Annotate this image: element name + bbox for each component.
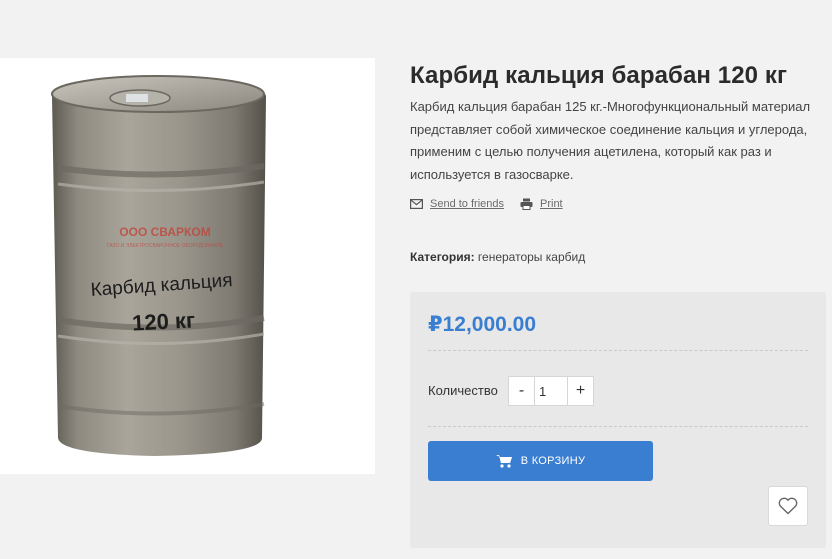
print-label: Print bbox=[540, 198, 563, 210]
heart-icon bbox=[778, 497, 798, 515]
cart-icon bbox=[495, 455, 512, 468]
buy-box: ₽12,000.00 Количество - + В КОРЗИНУ bbox=[410, 292, 826, 548]
quantity-input[interactable] bbox=[535, 377, 567, 405]
category-label: Категория: bbox=[410, 250, 475, 264]
wishlist-button[interactable] bbox=[768, 486, 808, 526]
add-to-cart-label: В КОРЗИНУ bbox=[520, 455, 586, 467]
envelope-icon bbox=[410, 199, 423, 209]
product-image[interactable]: ООО СВАРКОМ ГАЗО И ЭЛЕКТРОСВАРОЧНОЕ ОБОР… bbox=[0, 58, 375, 474]
drum-illustration: ООО СВАРКОМ ГАЗО И ЭЛЕКТРОСВАРОЧНОЕ ОБОР… bbox=[51, 75, 266, 456]
drum-label-line2: 120 кг bbox=[131, 307, 195, 335]
quantity-label: Количество bbox=[428, 383, 498, 398]
divider bbox=[428, 426, 808, 427]
divider bbox=[428, 350, 808, 351]
quantity-increase-button[interactable]: + bbox=[567, 377, 593, 405]
product-details: Карбид кальция барабан 120 кг Карбид кал… bbox=[410, 58, 828, 264]
share-row: Send to friends Print bbox=[410, 198, 828, 210]
add-to-cart-button[interactable]: В КОРЗИНУ bbox=[428, 441, 653, 481]
drum-brand-sub: ГАЗО И ЭЛЕКТРОСВАРОЧНОЕ ОБОРУДОВАНИЕ bbox=[107, 243, 224, 249]
send-to-friends-link[interactable]: Send to friends bbox=[410, 198, 504, 210]
print-link[interactable]: Print bbox=[520, 198, 563, 210]
quantity-stepper: - + bbox=[508, 376, 594, 406]
product-category: Категория: генераторы карбид bbox=[410, 250, 828, 264]
drum-brand: ООО СВАРКОМ bbox=[119, 225, 210, 239]
quantity-decrease-button[interactable]: - bbox=[509, 377, 535, 405]
product-description: Карбид кальция барабан 125 кг.-Многофунк… bbox=[410, 99, 811, 182]
product-title: Карбид кальция барабан 120 кг bbox=[410, 62, 788, 89]
product-price: ₽12,000.00 bbox=[428, 313, 537, 336]
send-to-friends-label: Send to friends bbox=[430, 198, 504, 210]
category-value: генераторы карбид bbox=[477, 250, 586, 264]
printer-icon bbox=[520, 198, 533, 210]
